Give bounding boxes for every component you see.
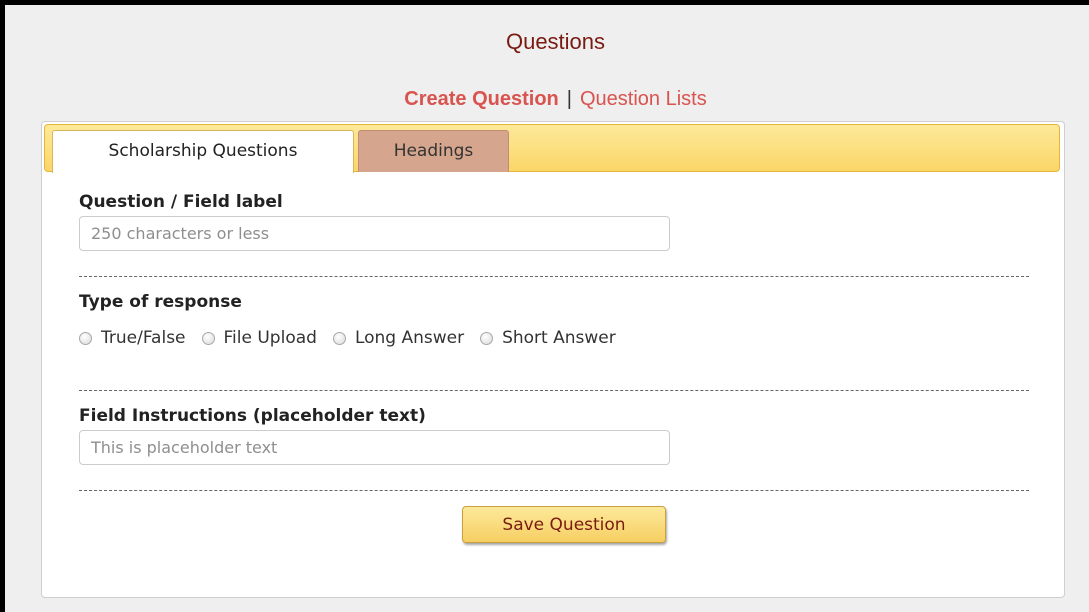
app-frame: Questions Create Question | Question Lists… xyxy=(5,5,1089,612)
question-panel: Scholarship Questions Headings Question … xyxy=(41,121,1065,598)
radio-unchecked-icon[interactable] xyxy=(480,331,494,345)
response-type-options: True/False File Upload Long Answer Short… xyxy=(79,326,632,350)
sub-navigation: Create Question | Question Lists xyxy=(5,88,1089,111)
save-question-button[interactable]: Save Question xyxy=(462,506,666,543)
tab-bar: Scholarship Questions Headings xyxy=(44,124,1060,173)
divider xyxy=(79,490,1029,491)
radio-option-label: True/False xyxy=(101,328,186,348)
radio-option-true-false[interactable]: True/False xyxy=(79,328,186,348)
radio-option-label: File Upload xyxy=(223,328,317,348)
tab-scholarship-questions[interactable]: Scholarship Questions xyxy=(52,130,354,173)
radio-option-file-upload[interactable]: File Upload xyxy=(201,328,317,348)
question-field-label: Question / Field label xyxy=(79,192,283,212)
radio-option-long-answer[interactable]: Long Answer xyxy=(332,328,465,348)
radio-option-label: Long Answer xyxy=(354,328,465,348)
subnav-separator: | xyxy=(566,88,572,110)
divider xyxy=(79,276,1029,277)
radio-unchecked-icon[interactable] xyxy=(79,331,92,345)
question-lists-link[interactable]: Question Lists xyxy=(580,88,707,110)
response-type-label: Type of response xyxy=(79,292,242,312)
radio-option-short-answer[interactable]: Short Answer xyxy=(480,328,616,348)
instructions-input[interactable] xyxy=(79,430,670,465)
tab-headings[interactable]: Headings xyxy=(358,130,509,172)
radio-unchecked-icon[interactable] xyxy=(201,331,215,345)
radio-option-label: Short Answer xyxy=(502,328,616,348)
instructions-field-label: Field Instructions (placeholder text) xyxy=(79,406,426,426)
create-question-link[interactable]: Create Question xyxy=(404,88,558,110)
radio-unchecked-icon[interactable] xyxy=(332,331,346,345)
divider xyxy=(79,390,1029,391)
page-title: Questions xyxy=(505,29,606,54)
question-input[interactable] xyxy=(79,216,670,251)
